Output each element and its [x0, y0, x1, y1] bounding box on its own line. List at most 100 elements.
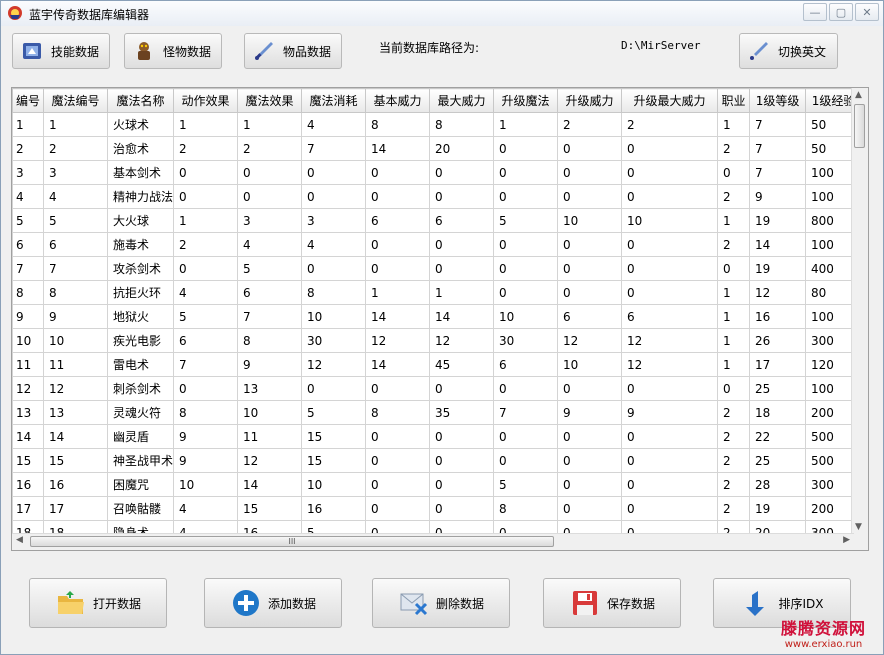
minimize-button[interactable]: — — [803, 3, 827, 21]
table-cell[interactable]: 2 — [717, 496, 751, 521]
table-cell[interactable]: 17 — [749, 352, 807, 377]
table-cell[interactable]: 5 — [493, 208, 559, 233]
table-cell[interactable]: 14 — [365, 352, 431, 377]
table-row[interactable]: 3 3 基本剑术 0 0 0 0 0 0 0 0 0 7 100 — [12, 160, 863, 185]
table-cell[interactable]: 0 — [365, 160, 431, 185]
table-cell[interactable]: 2 — [717, 184, 751, 209]
maximize-button[interactable]: ▢ — [829, 3, 853, 21]
table-cell[interactable]: 8 — [43, 280, 108, 305]
table-cell[interactable]: 0 — [621, 256, 719, 281]
table-cell[interactable]: 7 — [173, 352, 239, 377]
table-cell[interactable]: 0 — [621, 232, 719, 257]
table-cell[interactable]: 4 — [12, 184, 44, 209]
table-row[interactable]: 6 6 施毒术 2 4 4 0 0 0 0 0 2 14 100 — [12, 232, 863, 257]
table-cell[interactable]: 5 — [301, 400, 367, 425]
table-cell[interactable]: 0 — [557, 496, 623, 521]
table-cell[interactable]: 2 — [717, 136, 751, 161]
vertical-scroll-thumb[interactable] — [854, 104, 865, 148]
table-cell[interactable]: 0 — [429, 232, 495, 257]
table-cell[interactable]: 6 — [43, 232, 108, 257]
table-cell[interactable]: 0 — [493, 448, 559, 473]
table-cell[interactable]: 0 — [365, 256, 431, 281]
table-cell[interactable]: 14 — [365, 304, 431, 329]
table-cell[interactable]: 1 — [717, 304, 751, 329]
table-cell[interactable]: 4 — [301, 112, 367, 137]
table-cell[interactable]: 0 — [717, 256, 751, 281]
table-cell[interactable]: 2 — [43, 136, 108, 161]
table-cell[interactable]: 7 — [493, 400, 559, 425]
table-cell[interactable]: 30 — [301, 328, 367, 353]
table-cell[interactable]: 0 — [429, 472, 495, 497]
scroll-up-arrow-icon[interactable]: ▲ — [855, 90, 862, 100]
table-cell[interactable]: 1 — [237, 112, 303, 137]
table-cell[interactable]: 地狱火 — [106, 304, 175, 329]
table-cell[interactable]: 12 — [12, 376, 44, 401]
table-cell[interactable]: 7 — [43, 256, 108, 281]
table-cell[interactable]: 28 — [749, 472, 807, 497]
table-cell[interactable]: 11 — [237, 424, 303, 449]
vertical-scrollbar[interactable]: ▲ ▼ — [851, 88, 868, 534]
column-header[interactable]: 动作效果 — [173, 88, 239, 113]
table-cell[interactable]: 12 — [237, 448, 303, 473]
table-cell[interactable]: 20 — [429, 136, 495, 161]
table-cell[interactable]: 8 — [365, 400, 431, 425]
table-cell[interactable]: 0 — [365, 448, 431, 473]
save-data-button[interactable]: 保存数据 — [543, 578, 681, 628]
table-cell[interactable]: 0 — [621, 376, 719, 401]
table-cell[interactable]: 2 — [237, 136, 303, 161]
table-cell[interactable]: 0 — [429, 424, 495, 449]
table-cell[interactable]: 8 — [12, 280, 44, 305]
table-cell[interactable]: 1 — [173, 208, 239, 233]
table-cell[interactable]: 0 — [621, 160, 719, 185]
table-row[interactable]: 13 13 灵魂火符 8 10 5 8 35 7 9 9 2 18 200 — [12, 400, 863, 425]
table-cell[interactable]: 17 — [43, 496, 108, 521]
table-cell[interactable]: 0 — [301, 256, 367, 281]
table-cell[interactable]: 0 — [365, 496, 431, 521]
table-row[interactable]: 15 15 神圣战甲术 9 12 15 0 0 0 0 0 2 25 500 — [12, 448, 863, 473]
table-cell[interactable]: 45 — [429, 352, 495, 377]
table-cell[interactable]: 0 — [557, 136, 623, 161]
table-cell[interactable]: 基本剑术 — [106, 160, 175, 185]
table-cell[interactable]: 7 — [301, 136, 367, 161]
table-cell[interactable]: 10 — [557, 208, 623, 233]
table-cell[interactable]: 15 — [43, 448, 108, 473]
table-cell[interactable]: 0 — [173, 184, 239, 209]
table-cell[interactable]: 2 — [717, 448, 751, 473]
table-cell[interactable]: 0 — [621, 496, 719, 521]
table-cell[interactable]: 22 — [749, 424, 807, 449]
table-cell[interactable]: 12 — [429, 328, 495, 353]
table-cell[interactable]: 2 — [557, 112, 623, 137]
table-cell[interactable]: 0 — [557, 256, 623, 281]
table-cell[interactable]: 攻杀剑术 — [106, 256, 175, 281]
table-row[interactable]: 2 2 治愈术 2 2 7 14 20 0 0 0 2 7 50 — [12, 136, 863, 161]
table-cell[interactable]: 4 — [237, 232, 303, 257]
table-cell[interactable]: 0 — [621, 136, 719, 161]
table-cell[interactable]: 7 — [749, 136, 807, 161]
table-cell[interactable]: 10 — [173, 472, 239, 497]
table-row[interactable]: 10 10 疾光电影 6 8 30 12 12 30 12 12 1 26 300 — [12, 328, 863, 353]
table-cell[interactable]: 16 — [43, 472, 108, 497]
table-cell[interactable]: 0 — [557, 280, 623, 305]
table-cell[interactable]: 8 — [493, 496, 559, 521]
table-cell[interactable]: 0 — [493, 232, 559, 257]
table-cell[interactable]: 0 — [173, 160, 239, 185]
table-cell[interactable]: 2 — [173, 232, 239, 257]
table-cell[interactable]: 2 — [717, 232, 751, 257]
table-cell[interactable]: 刺杀剑术 — [106, 376, 175, 401]
table-cell[interactable]: 3 — [12, 160, 44, 185]
table-cell[interactable]: 15 — [12, 448, 44, 473]
column-header[interactable]: 升级魔法 — [493, 88, 559, 113]
table-cell[interactable]: 0 — [717, 160, 751, 185]
table-cell[interactable]: 8 — [173, 400, 239, 425]
table-cell[interactable]: 9 — [173, 424, 239, 449]
table-cell[interactable]: 8 — [237, 328, 303, 353]
table-cell[interactable]: 12 — [621, 352, 719, 377]
table-cell[interactable]: 14 — [43, 424, 108, 449]
table-cell[interactable]: 6 — [621, 304, 719, 329]
table-cell[interactable]: 4 — [173, 280, 239, 305]
table-cell[interactable]: 15 — [301, 448, 367, 473]
table-cell[interactable]: 0 — [301, 376, 367, 401]
table-cell[interactable]: 9 — [43, 304, 108, 329]
table-cell[interactable]: 8 — [429, 112, 495, 137]
table-cell[interactable]: 12 — [43, 376, 108, 401]
